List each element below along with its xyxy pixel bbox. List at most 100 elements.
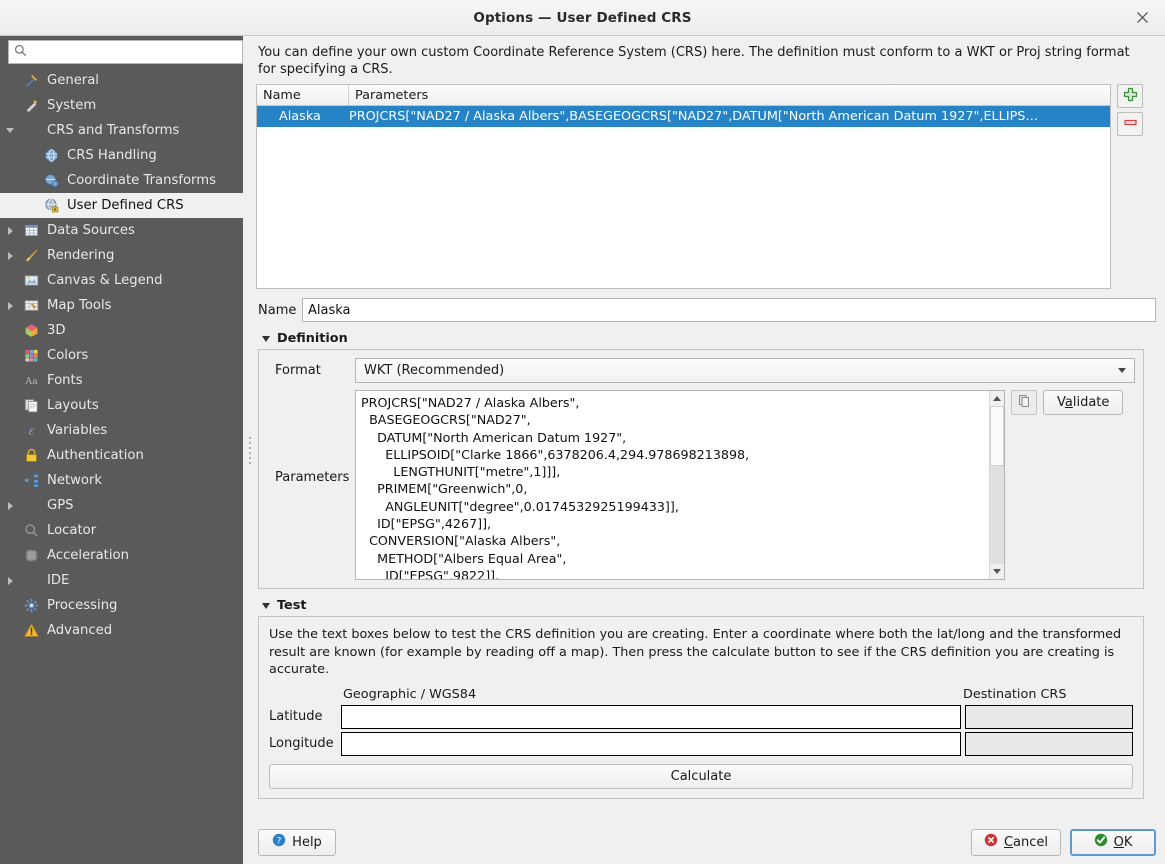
format-select[interactable]: WKT (Recommended) (355, 358, 1135, 383)
calculate-button[interactable]: Calculate (269, 764, 1133, 789)
table-icon (20, 223, 42, 238)
destination-crs-header: Destination CRS (961, 687, 1133, 702)
spacer (269, 687, 341, 702)
add-crs-button[interactable] (1117, 84, 1143, 108)
longitude-input[interactable] (341, 732, 961, 756)
chevron-right-icon[interactable] (0, 302, 20, 310)
format-label: Format (267, 363, 355, 378)
scroll-down-icon[interactable] (990, 564, 1004, 579)
chevron-down-icon[interactable] (0, 128, 20, 133)
crs-table[interactable]: Name Parameters Alaska PROJCRS["NAD27 / … (256, 84, 1111, 289)
parameters-textarea[interactable]: PROJCRS["NAD27 / Alaska Albers", BASEGEO… (356, 391, 989, 579)
scrollbar-track[interactable] (990, 406, 1004, 564)
sidebar-item-label: Colors (42, 348, 88, 363)
sidebar-item-coordinate-transforms[interactable]: Coordinate Transforms (0, 168, 243, 193)
sidebar-item-data-sources[interactable]: Data Sources (0, 218, 243, 243)
globe-transform-icon (40, 173, 62, 188)
help-button[interactable]: ? Help (258, 829, 336, 856)
sidebar-item-general[interactable]: General (0, 68, 243, 93)
calculate-label: Calculate (671, 769, 732, 784)
parameters-scrollbar[interactable] (989, 391, 1004, 579)
chevron-right-icon[interactable] (0, 502, 20, 510)
crs-table-header: Name Parameters (257, 85, 1110, 106)
longitude-label: Longitude (269, 736, 341, 751)
crs-table-area: Name Parameters Alaska PROJCRS["NAD27 / … (256, 84, 1156, 289)
scrollbar-thumb[interactable] (990, 406, 1004, 466)
chip-icon (20, 548, 42, 563)
sidebar-item-label: System (42, 98, 96, 113)
definition-title: Definition (277, 331, 348, 346)
test-section-header[interactable]: Test (262, 598, 1156, 613)
copy-button[interactable] (1011, 390, 1037, 415)
sidebar-item-canvas-legend[interactable]: Canvas & Legend (0, 268, 243, 293)
sidebar-item-gps[interactable]: GPS (0, 493, 243, 518)
remove-crs-button[interactable] (1117, 112, 1143, 136)
crs-name-input[interactable] (302, 298, 1156, 322)
test-groupbox: Use the text boxes below to test the CRS… (258, 616, 1144, 799)
close-icon[interactable] (1129, 5, 1155, 31)
network-icon (20, 473, 42, 488)
sidebar-item-network[interactable]: Network (0, 468, 243, 493)
definition-groupbox: Format WKT (Recommended) Parameters PROJ… (258, 349, 1144, 589)
crs-name-row: Name (258, 298, 1156, 322)
sidebar-item-map-tools[interactable]: Map Tools (0, 293, 243, 318)
ok-button[interactable]: OK (1070, 829, 1156, 856)
sidebar-item-colors[interactable]: Colors (0, 343, 243, 368)
sidebar-item-authentication[interactable]: Authentication (0, 443, 243, 468)
sidebar-item-variables[interactable]: εVariables (0, 418, 243, 443)
cancel-label: Cancel (1004, 835, 1048, 850)
definition-section-header[interactable]: Definition (262, 331, 1156, 346)
settings-tree[interactable]: General System CRS and Transforms CRS Handl… (0, 68, 243, 864)
sidebar-item-processing[interactable]: Processing (0, 593, 243, 618)
sidebar-item-3d[interactable]: 3D (0, 318, 243, 343)
sidebar-item-crs-handling[interactable]: CRS Handling (0, 143, 243, 168)
sidebar-item-advanced[interactable]: Advanced (0, 618, 243, 643)
warning-icon (20, 623, 42, 638)
sidebar-item-label: General (42, 73, 99, 88)
confirm-buttons: Cancel OK (971, 829, 1156, 856)
chevron-right-icon[interactable] (0, 227, 20, 235)
user-defined-crs-panel: You can define your own custom Coordinat… (256, 36, 1165, 864)
sidebar-item-label: Map Tools (42, 298, 112, 313)
column-header-name[interactable]: Name (257, 85, 349, 105)
latitude-input[interactable] (341, 705, 961, 729)
sidebar-item-acceleration[interactable]: Acceleration (0, 543, 243, 568)
panel-splitter[interactable] (243, 36, 256, 864)
column-header-parameters[interactable]: Parameters (349, 85, 1110, 105)
sidebar-item-label: GPS (42, 498, 74, 513)
sidebar-item-locator[interactable]: Locator (0, 518, 243, 543)
longitude-row: Longitude (269, 732, 1133, 756)
table-row[interactable]: Alaska PROJCRS["NAD27 / Alaska Albers",B… (257, 106, 1110, 127)
definition-actions: Validate (1011, 390, 1123, 580)
sidebar-item-fonts[interactable]: Aa Fonts (0, 368, 243, 393)
svg-text:ε: ε (28, 424, 34, 437)
dialog-button-bar: ? Help Cancel (256, 828, 1156, 856)
sidebar-item-rendering[interactable]: Rendering (0, 243, 243, 268)
cancel-button[interactable]: Cancel (971, 829, 1061, 856)
sidebar-item-ide[interactable]: IDE (0, 568, 243, 593)
validate-label: Validate (1057, 395, 1109, 410)
parameters-textarea-wrap[interactable]: PROJCRS["NAD27 / Alaska Albers", BASEGEO… (355, 390, 1005, 580)
sidebar-item-label: Fonts (42, 373, 83, 388)
sidebar-item-system[interactable]: System (0, 93, 243, 118)
svg-text:?: ? (277, 836, 282, 846)
sidebar-item-user-defined-crs[interactable]: User Defined CRS (0, 193, 243, 218)
scroll-up-icon[interactable] (990, 391, 1004, 406)
sidebar-item-label: Acceleration (42, 548, 129, 563)
sidebar-item-crs-and-transforms[interactable]: CRS and Transforms (0, 118, 243, 143)
chevron-right-icon[interactable] (0, 577, 20, 585)
validate-button[interactable]: Validate (1043, 390, 1123, 415)
chevron-right-icon[interactable] (0, 252, 20, 260)
format-selected-value: WKT (Recommended) (364, 363, 504, 378)
test-title: Test (277, 598, 306, 613)
sidebar-item-label: Canvas & Legend (42, 273, 163, 288)
lock-icon (20, 448, 42, 463)
search-input[interactable] (31, 44, 226, 61)
globe-user-icon (40, 198, 62, 213)
sidebar-item-layouts[interactable]: Layouts (0, 393, 243, 418)
search-box[interactable] (8, 40, 243, 64)
svg-text:Aa: Aa (24, 376, 38, 387)
test-column-headers: Geographic / WGS84 Destination CRS (269, 687, 1133, 702)
sidebar-item-label: CRS and Transforms (42, 123, 179, 138)
collapse-triangle-icon (262, 336, 270, 342)
